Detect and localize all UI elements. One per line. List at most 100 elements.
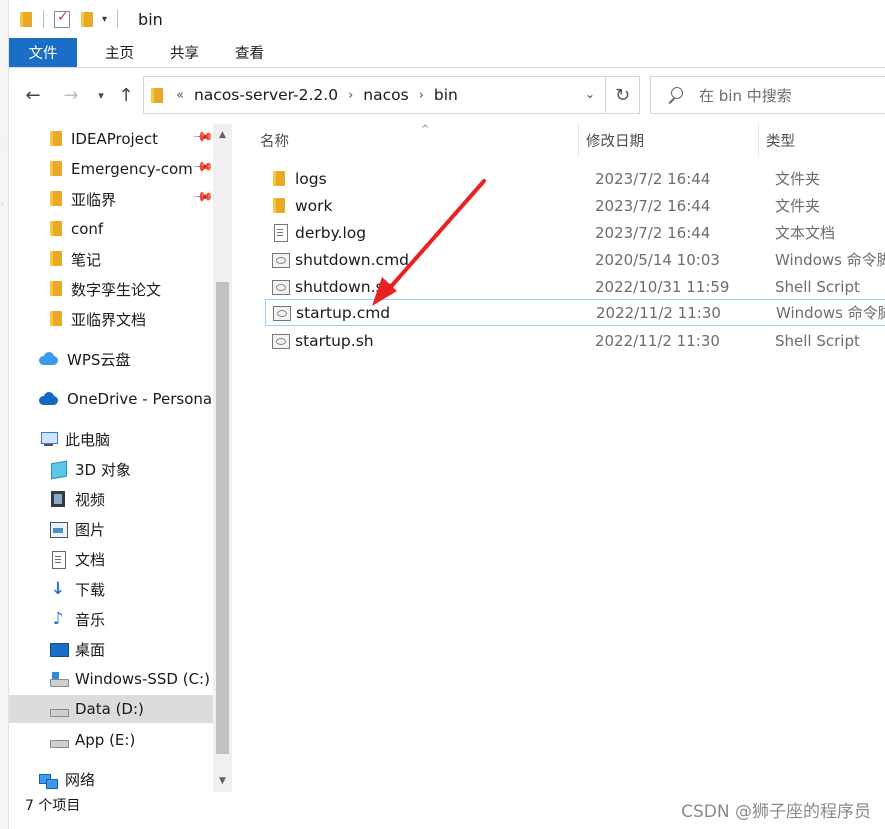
sidebar-item-ideaproject[interactable]: IDEAProject <box>49 125 158 153</box>
file-name: startup.sh <box>295 331 374 350</box>
sidebar-item-pictures[interactable]: 图片 <box>49 515 105 543</box>
tab-view[interactable]: 查看 <box>217 38 282 67</box>
tab-home[interactable]: 主页 <box>87 38 152 67</box>
back-button[interactable]: ← <box>21 82 45 108</box>
sidebar-item-windows-ssd[interactable]: Windows-SSD (C:) <box>49 665 210 693</box>
chevron-right-icon[interactable]: › <box>419 88 424 103</box>
breadcrumb-bin[interactable]: bin <box>434 86 458 104</box>
sidebar-item-videos[interactable]: 视频 <box>49 485 105 513</box>
drive-icon <box>49 700 69 718</box>
sidebar-item-label: Windows-SSD (C:) <box>75 670 210 688</box>
sidebar-item-subcritical[interactable]: 亚临界 <box>49 185 116 213</box>
documents-icon <box>49 550 67 569</box>
background-text-fragment: · <box>1 140 4 149</box>
background-text-fragment: · <box>1 200 4 209</box>
sidebar-item-desktop[interactable]: 桌面 <box>49 635 105 663</box>
search-input[interactable]: 在 bin 中搜索 <box>699 85 792 106</box>
table-row[interactable]: logs 2023/7/2 16:44 文件夹 <box>257 165 885 192</box>
scrollbar-thumb[interactable] <box>216 282 229 754</box>
column-divider[interactable] <box>758 124 759 156</box>
sidebar-item-label: conf <box>71 220 104 238</box>
sidebar-item-music[interactable]: ♪ 音乐 <box>49 605 105 633</box>
sidebar-item-label: 桌面 <box>75 640 106 659</box>
sidebar-item-onedrive[interactable]: OneDrive - Personal <box>39 385 213 413</box>
sidebar-item-conf[interactable]: conf <box>49 215 103 243</box>
breadcrumb-overflow[interactable]: « <box>176 88 184 103</box>
chevron-right-icon[interactable]: › <box>348 88 353 103</box>
folder-icon <box>49 130 63 148</box>
ribbon-tabs: 文件 主页 共享 查看 <box>9 38 885 68</box>
column-header-name[interactable]: 名称 <box>260 124 289 156</box>
column-header-type[interactable]: 类型 <box>766 124 795 156</box>
forward-button[interactable]: → <box>59 82 83 108</box>
table-row[interactable]: derby.log 2023/7/2 16:44 文本文档 <box>257 219 885 246</box>
file-modified: 2023/7/2 16:44 <box>595 169 711 188</box>
column-header-modified[interactable]: 修改日期 <box>586 124 644 156</box>
sidebar-item-label: 视频 <box>75 490 106 509</box>
breadcrumb-nacos[interactable]: nacos <box>363 86 408 104</box>
sidebar-item-this-pc[interactable]: 此电脑 <box>39 425 110 453</box>
refresh-button[interactable]: ↻ <box>606 76 640 114</box>
table-row[interactable]: startup.sh 2022/11/2 11:30 Shell Script <box>257 327 885 354</box>
video-icon <box>49 490 67 508</box>
file-name: shutdown.sh <box>295 277 394 296</box>
sidebar-item-wps-cloud[interactable]: WPS云盘 <box>39 345 130 373</box>
sort-ascending-icon: ^ <box>421 124 430 135</box>
chevron-down-icon[interactable]: ⌄ <box>585 87 595 101</box>
script-file-icon <box>271 278 290 295</box>
sidebar-item-emergency-com[interactable]: Emergency-com <box>49 155 193 183</box>
folder-icon <box>49 310 63 328</box>
scroll-down-arrow[interactable]: ▼ <box>213 772 232 789</box>
sidebar-item-notes[interactable]: 笔记 <box>49 245 101 273</box>
up-button[interactable]: ↑ <box>114 82 138 108</box>
scroll-up-arrow[interactable]: ▲ <box>213 126 232 143</box>
folder-icon <box>49 160 63 178</box>
script-file-icon <box>271 251 290 268</box>
sidebar-item-subcritical-docs[interactable]: 亚临界文档 <box>49 305 146 333</box>
properties-icon[interactable] <box>54 9 70 28</box>
windows-drive-icon <box>49 670 69 688</box>
status-item-count: 7 个项目 <box>25 798 81 814</box>
tab-file[interactable]: 文件 <box>9 38 77 67</box>
downloads-icon: ↓ <box>50 579 66 599</box>
sidebar-item-app-drive[interactable]: App (E:) <box>49 726 135 754</box>
table-row[interactable]: shutdown.cmd 2020/5/14 10:03 Windows 命令脚… <box>257 246 885 273</box>
music-icon: ♪ <box>52 609 64 629</box>
table-row-focused[interactable]: startup.cmd 2022/11/2 11:30 Windows 命令脚本 <box>265 299 885 326</box>
breadcrumb-nacos-server[interactable]: nacos-server-2.2.0 <box>194 86 338 104</box>
search-box[interactable]: 在 bin 中搜索 <box>650 76 885 114</box>
sidebar-item-label: 音乐 <box>75 610 106 629</box>
toolbar-divider <box>117 10 119 28</box>
sidebar-item-downloads[interactable]: ↓ 下载 <box>49 575 105 603</box>
file-type: Shell Script <box>775 277 860 296</box>
pin-icon: 📌 <box>192 126 213 149</box>
table-row[interactable]: shutdown.sh 2022/10/31 11:59 Shell Scrip… <box>257 273 885 300</box>
address-bar[interactable]: « nacos-server-2.2.0 › nacos › bin ⌄ <box>143 76 606 114</box>
sidebar-item-network[interactable]: 网络 <box>39 765 95 792</box>
sidebar-item-label: 文档 <box>75 550 106 569</box>
folder-icon <box>49 190 63 208</box>
customize-toolbar-icon[interactable]: ▾ <box>102 14 107 25</box>
sidebar-item-label: 图片 <box>75 520 106 539</box>
sidebar-item-label: WPS云盘 <box>67 350 131 369</box>
tab-share[interactable]: 共享 <box>152 38 217 67</box>
sidebar-item-label: Emergency-com <box>71 160 193 178</box>
sidebar-item-label: 网络 <box>65 770 96 789</box>
navigation-pane-scrollbar[interactable]: ▲ ▼ <box>213 124 232 792</box>
new-folder-icon[interactable] <box>80 11 94 28</box>
folder-icon <box>49 280 63 298</box>
folder-icon <box>271 197 289 214</box>
table-row[interactable]: work 2023/7/2 16:44 文件夹 <box>257 192 885 219</box>
sidebar-item-3d-objects[interactable]: 3D 对象 <box>49 455 131 483</box>
column-divider[interactable] <box>578 124 579 156</box>
file-name: shutdown.cmd <box>295 250 410 269</box>
pictures-icon <box>49 520 68 538</box>
search-icon <box>667 87 683 103</box>
sidebar-item-digital-twin-papers[interactable]: 数字孪生论文 <box>49 275 161 303</box>
file-type: Windows 命令脚本 <box>776 304 885 322</box>
recent-locations-button[interactable]: ▾ <box>89 82 113 108</box>
sidebar-item-label: 下载 <box>75 580 106 599</box>
sidebar-item-documents[interactable]: 文档 <box>49 545 105 573</box>
sidebar-item-data-drive[interactable]: Data (D:) <box>9 695 213 723</box>
script-file-icon <box>271 332 290 349</box>
